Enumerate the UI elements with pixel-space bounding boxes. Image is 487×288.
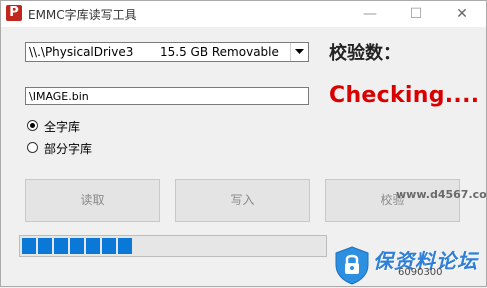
drive-info: 15.5 GB Removable xyxy=(160,45,279,59)
shield-lock-icon xyxy=(332,245,372,285)
drive-path: \\.\PhysicalDrive3 xyxy=(29,45,134,59)
verify-count-label: 校验数： xyxy=(329,43,401,64)
minimize-button[interactable]: — xyxy=(347,1,393,27)
radio-label-partial: 部分字库 xyxy=(44,142,93,156)
read-button[interactable]: 读取 xyxy=(25,179,160,222)
image-file-input[interactable] xyxy=(25,87,309,105)
progress-bar xyxy=(19,235,327,257)
app-logo-icon: P xyxy=(6,5,22,21)
progress-fill xyxy=(22,238,134,254)
maximize-button[interactable]: ☐ xyxy=(393,1,439,27)
radio-button[interactable] xyxy=(27,142,38,153)
status-text: Checking.... xyxy=(329,83,480,108)
watermark-site: www.d4567.com xyxy=(396,188,487,201)
close-button[interactable]: ✕ xyxy=(439,1,485,27)
window-title: EMMC字库读写工具 xyxy=(28,8,137,22)
app-window: P EMMC字库读写工具 — ☐ ✕ \\.\PhysicalDrive3 15… xyxy=(0,0,487,287)
radio-selected-dot xyxy=(30,123,35,128)
watermark-url: 6090300 xyxy=(398,267,443,278)
dropdown-arrow-icon[interactable] xyxy=(290,43,308,61)
radio-button[interactable] xyxy=(27,120,38,131)
radio-label-full: 全字库 xyxy=(44,120,81,134)
write-button[interactable]: 写入 xyxy=(175,179,310,222)
title-bar: P EMMC字库读写工具 — ☐ ✕ xyxy=(1,1,486,27)
drive-select[interactable]: \\.\PhysicalDrive3 15.5 GB Removable xyxy=(25,42,309,62)
